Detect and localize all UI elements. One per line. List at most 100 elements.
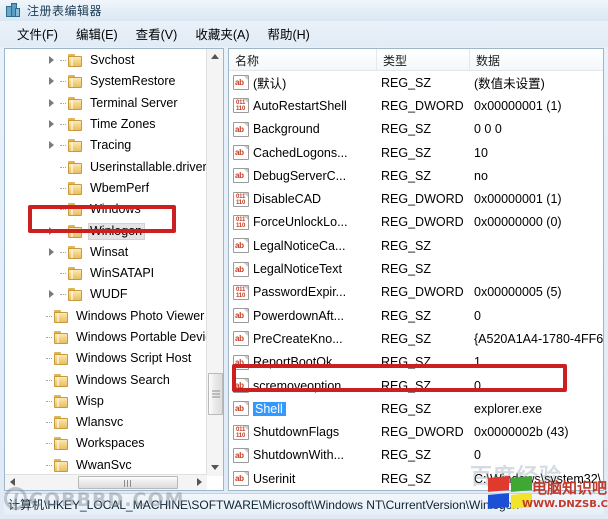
scroll-right-arrow-icon[interactable]	[191, 475, 207, 490]
value-data-cell: explorer.exe	[474, 401, 543, 416]
value-type-cell: REG_SZ	[381, 262, 432, 277]
table-row[interactable]: abVMAppletREG_SZSystemPropertiesPerfo	[229, 490, 603, 491]
table-row[interactable]: ab Userinit REG_SZ C:\Windows\system32\	[229, 467, 603, 490]
string-value-icon: ab	[233, 447, 249, 463]
expand-arrow-icon[interactable]	[47, 119, 58, 130]
tree-item-wbemperf[interactable]: WbemPerf	[5, 178, 207, 199]
dword-value-icon: 011 110	[233, 191, 249, 207]
registry-values-list[interactable]: ab (默认) REG_SZ (数值未设置) 011 110 AutoRestartShel…	[229, 71, 603, 491]
tree-item-winlogon[interactable]: Winlogon	[5, 220, 207, 241]
folder-icon	[54, 458, 69, 472]
table-row[interactable]: ab DebugServerC... REG_SZ no	[229, 164, 603, 187]
folder-icon	[68, 96, 83, 110]
registry-editor-icon	[5, 3, 21, 18]
tree-scroll-area[interactable]: Svchost SystemRestore Terminal Server Time …	[5, 49, 207, 476]
tree-item-workspaces[interactable]: Workspaces	[5, 433, 207, 454]
tree-item-wwansvc[interactable]: WwanSvc	[5, 455, 207, 476]
tree-connector-line	[60, 183, 68, 194]
tree-vertical-scrollbar[interactable]	[206, 49, 223, 476]
tree-item-windows-portable-devices[interactable]: Windows Portable Devices	[5, 327, 207, 348]
folder-icon	[68, 54, 83, 68]
table-row[interactable]: ab scremoveoption REG_SZ 0	[229, 374, 603, 397]
tree-item-wudf[interactable]: WUDF	[5, 284, 207, 305]
table-row[interactable]: ab Background REG_SZ 0 0 0	[229, 118, 603, 141]
tree-item-windows-script-host[interactable]: Windows Script Host	[5, 348, 207, 369]
tree-item-wisp[interactable]: Wisp	[5, 391, 207, 412]
table-row[interactable]: ab ReportBootOk REG_SZ 1	[229, 351, 603, 374]
folder-icon	[54, 394, 69, 408]
expand-arrow-icon[interactable]	[47, 140, 58, 151]
tree-item-time-zones[interactable]: Time Zones	[5, 114, 207, 135]
folder-icon	[68, 75, 83, 89]
registry-tree-pane[interactable]: Svchost SystemRestore Terminal Server Time …	[4, 48, 224, 491]
menu-help[interactable]: 帮助(H)	[258, 22, 318, 46]
value-name-cell: PowerdownAft...	[253, 308, 345, 323]
table-row[interactable]: ab (默认) REG_SZ (数值未设置)	[229, 71, 603, 94]
tree-item-wlansvc[interactable]: Wlansvc	[5, 412, 207, 433]
tree-item-systemrestore[interactable]: SystemRestore	[5, 71, 207, 92]
value-data-cell: 10	[474, 145, 488, 160]
value-data-cell: 0x0000002b (43)	[474, 425, 569, 440]
expand-arrow-icon[interactable]	[47, 76, 58, 87]
table-row[interactable]: ab LegalNoticeCa... REG_SZ	[229, 234, 603, 257]
table-row[interactable]: ab ShutdownWith... REG_SZ 0	[229, 444, 603, 467]
value-type-cell: REG_SZ	[381, 122, 432, 137]
expand-arrow-icon[interactable]	[47, 98, 58, 109]
tree-item-label: Windows	[90, 202, 141, 217]
tree-horizontal-scrollbar[interactable]	[5, 474, 207, 490]
expand-arrow-icon[interactable]	[47, 226, 58, 237]
registry-values-pane[interactable]: 名称 类型 数据 ab (默认) REG_SZ (数值未设置) 011 110 AutoRe…	[228, 48, 604, 491]
folder-icon	[68, 288, 83, 302]
tree-item-windows-photo-viewer[interactable]: Windows Photo Viewer	[5, 306, 207, 327]
value-type-cell: REG_DWORD	[381, 98, 464, 113]
tree-connector-line	[60, 289, 68, 300]
expand-arrow-icon[interactable]	[47, 55, 58, 66]
tree-item-winsat[interactable]: Winsat	[5, 242, 207, 263]
tree-item-terminal-server[interactable]: Terminal Server	[5, 93, 207, 114]
tree-connector-line	[60, 55, 68, 66]
table-row[interactable]: ab Shell REG_SZ explorer.exe	[229, 397, 603, 420]
tree-item-winsatapi[interactable]: WinSATAPI	[5, 263, 207, 284]
column-header-name[interactable]: 名称	[229, 49, 377, 70]
tree-hscroll-thumb[interactable]	[78, 476, 178, 489]
table-row[interactable]: ab LegalNoticeText REG_SZ	[229, 257, 603, 280]
tree-item-windows[interactable]: Windows	[5, 199, 207, 220]
tree-item-label: Time Zones	[90, 117, 156, 132]
dword-value-icon: 011 110	[233, 98, 249, 114]
column-header-data[interactable]: 数据	[470, 49, 603, 70]
value-name-cell: DebugServerC...	[253, 168, 347, 183]
expand-arrow-icon[interactable]	[47, 247, 58, 258]
menu-file[interactable]: 文件(F)	[8, 22, 67, 46]
tree-vscroll-thumb[interactable]	[208, 373, 223, 415]
expand-arrow-icon[interactable]	[47, 289, 58, 300]
table-row[interactable]: ab CachedLogons... REG_SZ 10	[229, 141, 603, 164]
table-row[interactable]: ab PreCreateKno... REG_SZ {A520A1A4-1780-4F…	[229, 327, 603, 350]
menu-view[interactable]: 查看(V)	[127, 22, 187, 46]
table-row[interactable]: 011 110 PasswordExpir... REG_DWORD 0x0000000…	[229, 281, 603, 304]
tree-item-tracing[interactable]: Tracing	[5, 135, 207, 156]
string-value-icon: ab	[233, 261, 249, 277]
value-data-cell: 0x00000001 (1)	[474, 192, 562, 207]
table-row[interactable]: 011 110 AutoRestartShell REG_DWORD 0x0000000…	[229, 94, 603, 117]
table-row[interactable]: ab PowerdownAft... REG_SZ 0	[229, 304, 603, 327]
column-header-type[interactable]: 类型	[377, 49, 470, 70]
table-row[interactable]: 011 110 DisableCAD REG_DWORD 0x00000001 (1)	[229, 187, 603, 210]
tree-item-svchost[interactable]: Svchost	[5, 50, 207, 71]
value-type-cell: REG_SZ	[381, 238, 432, 253]
table-row[interactable]: 011 110 ForceUnlockLo... REG_DWORD 0x0000000…	[229, 211, 603, 234]
scroll-up-arrow-icon[interactable]	[207, 49, 223, 66]
string-value-icon: ab	[233, 354, 249, 370]
menu-edit[interactable]: 编辑(E)	[67, 22, 127, 46]
menu-favorites[interactable]: 收藏夹(A)	[186, 22, 258, 46]
dword-value-icon: 011 110	[233, 424, 249, 440]
tree-item-userinstallable-drivers[interactable]: Userinstallable.drivers	[5, 156, 207, 177]
tree-connector-line	[46, 438, 54, 449]
tree-item-windows-search[interactable]: Windows Search	[5, 369, 207, 390]
table-row[interactable]: 011 110 ShutdownFlags REG_DWORD 0x0000002b (…	[229, 420, 603, 443]
value-data-cell: no	[474, 168, 488, 183]
scroll-down-arrow-icon[interactable]	[207, 459, 223, 476]
scroll-left-arrow-icon[interactable]	[5, 475, 21, 490]
folder-icon	[54, 352, 69, 366]
